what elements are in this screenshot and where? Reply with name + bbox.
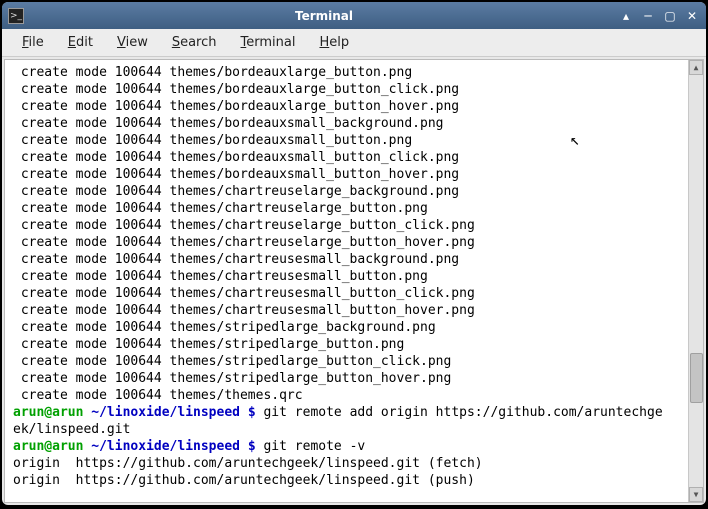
- scroll-up-button[interactable]: ▲: [689, 60, 703, 75]
- shade-button[interactable]: ▴: [618, 8, 634, 24]
- close-button[interactable]: ✕: [684, 8, 700, 24]
- menu-view[interactable]: View: [107, 32, 158, 53]
- menubar: FileEditViewSearchTerminalHelp: [2, 29, 706, 57]
- scroll-down-button[interactable]: ▼: [689, 487, 703, 502]
- terminal-output[interactable]: create mode 100644 themes/bordeauxlarge_…: [5, 60, 688, 502]
- maximize-button[interactable]: ▢: [662, 8, 678, 24]
- menu-terminal[interactable]: Terminal: [231, 32, 306, 53]
- menu-search[interactable]: Search: [162, 32, 227, 53]
- window-controls: ▴ ─ ▢ ✕: [618, 8, 700, 24]
- terminal-window: >_ Terminal ▴ ─ ▢ ✕ FileEditViewSearchTe…: [2, 2, 706, 505]
- menu-help[interactable]: Help: [309, 32, 359, 53]
- scrollbar[interactable]: ▲ ▼: [688, 60, 703, 502]
- terminal-area: create mode 100644 themes/bordeauxlarge_…: [4, 59, 704, 503]
- scroll-thumb[interactable]: [690, 353, 703, 403]
- menu-file[interactable]: File: [12, 32, 54, 53]
- titlebar[interactable]: >_ Terminal ▴ ─ ▢ ✕: [2, 2, 706, 29]
- window-title: Terminal: [30, 9, 618, 23]
- menu-edit[interactable]: Edit: [58, 32, 103, 53]
- terminal-icon: >_: [8, 8, 24, 24]
- minimize-button[interactable]: ─: [640, 8, 656, 24]
